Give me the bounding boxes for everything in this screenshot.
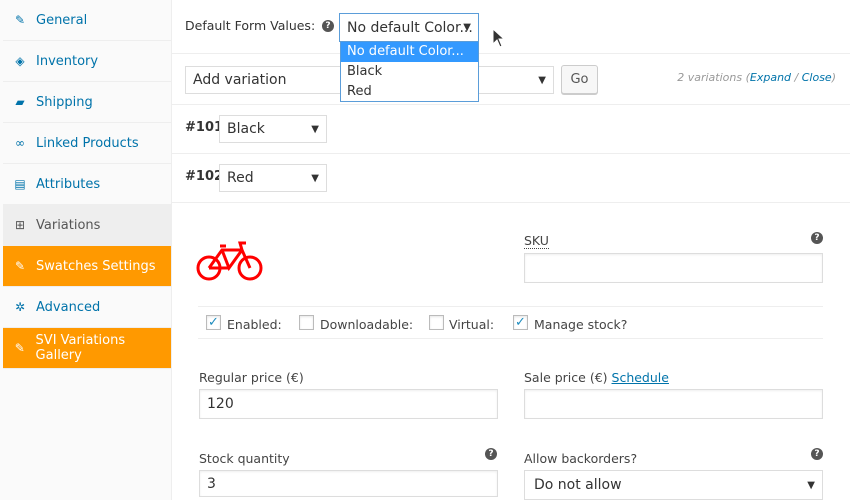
sidebar-item-swatches-settings[interactable]: ✎ Swatches Settings [3, 246, 171, 287]
default-color-select[interactable]: No default Color... ▼ [339, 13, 479, 42]
wrench-icon: ✎ [14, 341, 25, 355]
dropdown-option[interactable]: No default Color... [341, 42, 478, 62]
enabled-checkbox[interactable]: ✓ [206, 315, 221, 330]
list-icon: ▤ [14, 177, 26, 191]
sidebar-item-shipping[interactable]: ▰ Shipping [3, 82, 171, 123]
selected-value: Black [227, 121, 265, 137]
dropdown-option[interactable]: Black [341, 62, 478, 82]
paren: ) [831, 71, 836, 84]
sep: / [791, 71, 802, 84]
sidebar-item-label: Swatches Settings [36, 258, 156, 274]
default-color-dropdown: No default Color... Black Red [340, 41, 479, 102]
sidebar-item-label: SVI Variations Gallery [35, 333, 126, 363]
sale-price-input[interactable] [524, 389, 823, 419]
sidebar-item-label: Linked Products [36, 135, 139, 151]
chevron-down-icon: ▼ [538, 74, 546, 86]
chevron-down-icon: ▼ [463, 22, 471, 33]
variation-id: #102 [185, 169, 224, 184]
downloadable-checkbox[interactable] [299, 315, 314, 330]
variation-id: #101 [185, 120, 224, 135]
tag-icon: ◈ [15, 54, 25, 68]
truck-icon: ▰ [15, 95, 25, 109]
sidebar-item-linked-products[interactable]: ∞ Linked Products [3, 123, 171, 164]
stock-quantity-label: Stock quantity [199, 451, 290, 466]
virtual-label: Virtual: [449, 317, 495, 332]
link-icon: ∞ [15, 136, 25, 150]
sidebar-item-label: Advanced [36, 299, 101, 315]
sku-input[interactable] [524, 253, 823, 283]
help-icon[interactable]: ? [811, 232, 823, 244]
help-icon[interactable]: ? [811, 448, 823, 460]
chevron-down-icon: ▼ [807, 479, 815, 491]
sidebar-item-label: Variations [36, 217, 101, 233]
sidebar-item-variations[interactable]: ⊞ Variations [3, 205, 171, 246]
sidebar-item-attributes[interactable]: ▤ Attributes [3, 164, 171, 205]
help-icon[interactable]: ? [485, 448, 497, 460]
selected-value: Do not allow [534, 477, 622, 493]
sidebar-item-general[interactable]: ✎ General [3, 0, 171, 41]
selected-value: No default Color... [347, 19, 473, 36]
sidebar-item-label: Attributes [36, 176, 101, 192]
wrench-icon: ✎ [14, 259, 26, 273]
sidebar-item-label: Shipping [36, 94, 93, 110]
allow-backorders-select[interactable]: Do not allow ▼ [524, 470, 823, 500]
downloadable-label: Downloadable: [320, 317, 414, 332]
variation-attribute-select[interactable]: Red ▼ [219, 164, 327, 192]
manage-stock-checkbox[interactable]: ✓ [513, 315, 528, 330]
chevron-down-icon: ▼ [311, 172, 319, 184]
sidebar-item-label: General [36, 12, 88, 28]
go-button[interactable]: Go [561, 65, 598, 94]
mouse-cursor-icon [492, 28, 506, 48]
sidebar-item-advanced[interactable]: ✲ Advanced [3, 287, 171, 328]
help-icon[interactable]: ? [322, 20, 334, 32]
default-form-values-label: Default Form Values: [185, 18, 316, 33]
sku-label: SKU [524, 233, 549, 249]
enabled-label: Enabled: [227, 317, 282, 332]
sidebar-item-svi-variations-gallery[interactable]: ✎ SVI Variations Gallery [3, 328, 171, 369]
regular-price-input[interactable]: 120 [199, 389, 498, 419]
schedule-link[interactable]: Schedule [612, 370, 669, 385]
selected-value: Red [227, 170, 254, 186]
sidebar: ✎ General ◈ Inventory ▰ Shipping ∞ Linked Produ… [0, 0, 172, 500]
variation-attribute-select[interactable]: Black ▼ [219, 115, 327, 143]
sale-price-label: Sale price (€) Schedule [524, 370, 669, 385]
close-link[interactable]: Close [802, 71, 832, 84]
grid-icon: ⊞ [14, 218, 26, 232]
regular-price-label: Regular price (€) [199, 370, 304, 385]
selected-value: Add variation [193, 72, 287, 88]
gear-icon: ✲ [14, 300, 26, 314]
expand-link[interactable]: Expand [750, 71, 791, 84]
variations-count: 2 variations (Expand / Close) [677, 71, 836, 84]
allow-backorders-label: Allow backorders? [524, 451, 638, 466]
stock-quantity-input[interactable]: 3 [199, 470, 498, 497]
virtual-checkbox[interactable] [429, 315, 444, 330]
dropdown-option[interactable]: Red [341, 82, 478, 102]
manage-stock-label: Manage stock? [534, 317, 628, 332]
sale-price-text: Sale price (€) [524, 370, 608, 385]
bike-image[interactable] [196, 240, 264, 282]
wrench-icon: ✎ [14, 13, 26, 27]
chevron-down-icon: ▼ [311, 123, 319, 135]
sidebar-item-label: Inventory [36, 53, 99, 69]
sidebar-item-inventory[interactable]: ◈ Inventory [3, 41, 171, 82]
count-text: 2 variations ( [677, 71, 750, 84]
